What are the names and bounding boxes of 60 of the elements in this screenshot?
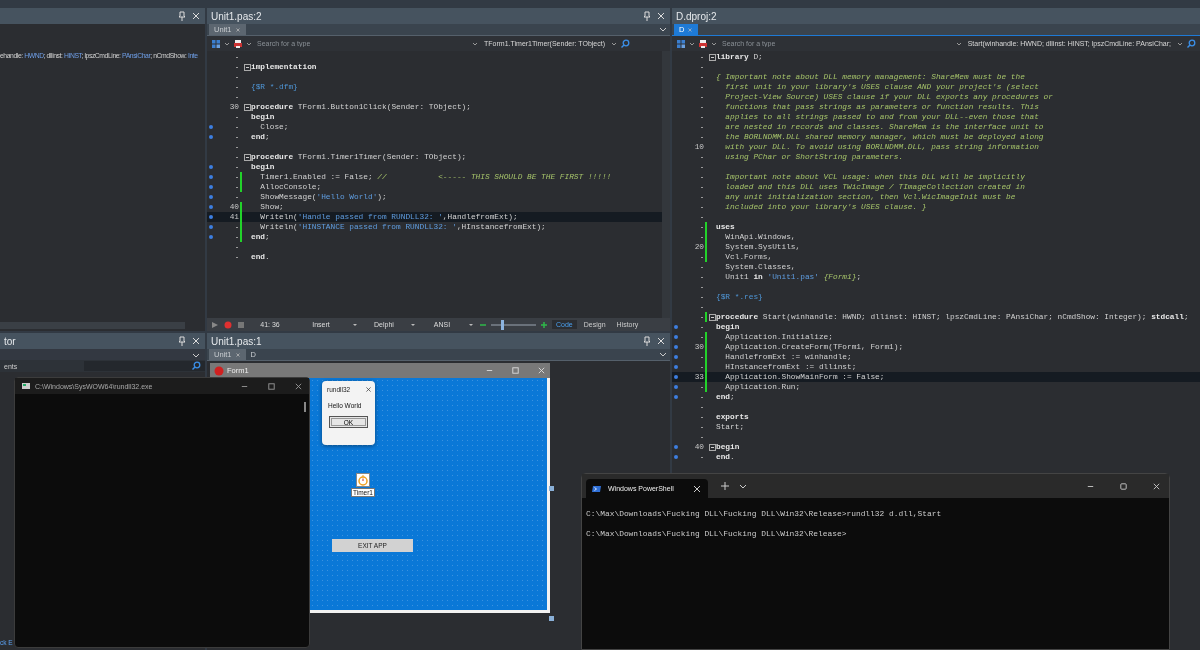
breakpoint-dot[interactable] bbox=[209, 225, 213, 229]
breakpoint-dot[interactable] bbox=[674, 395, 678, 399]
console-icon bbox=[21, 381, 31, 391]
printer-icon[interactable] bbox=[233, 38, 243, 49]
pin-icon[interactable] bbox=[642, 336, 652, 346]
maximize-icon[interactable] bbox=[1119, 481, 1128, 491]
breakpoint-dot[interactable] bbox=[209, 235, 213, 239]
search-icon[interactable] bbox=[620, 38, 630, 49]
breakpoint-dot[interactable] bbox=[674, 375, 678, 379]
fold-icon[interactable] bbox=[708, 443, 716, 451]
breakpoint-dot[interactable] bbox=[674, 385, 678, 389]
breakpoint-dot[interactable] bbox=[209, 215, 213, 219]
breakpoint-dot[interactable] bbox=[674, 335, 678, 339]
play-icon[interactable] bbox=[210, 319, 220, 330]
breakpoint-dot[interactable] bbox=[209, 195, 213, 199]
plus-icon[interactable] bbox=[720, 481, 730, 491]
resize-handle[interactable] bbox=[549, 486, 554, 491]
slider-thumb[interactable] bbox=[501, 319, 505, 330]
close-icon[interactable] bbox=[294, 381, 303, 391]
pin-icon[interactable] bbox=[177, 11, 187, 21]
resize-handle[interactable] bbox=[549, 616, 554, 621]
breakpoint-dot[interactable] bbox=[209, 205, 213, 209]
pin-icon[interactable] bbox=[177, 336, 187, 346]
breakpoint-dot[interactable] bbox=[674, 345, 678, 349]
fold-icon[interactable] bbox=[243, 63, 251, 71]
fold-icon[interactable] bbox=[243, 103, 251, 111]
breakpoint-dot[interactable] bbox=[674, 365, 678, 369]
scrollbar[interactable] bbox=[304, 402, 306, 412]
zoom-in-icon[interactable] bbox=[539, 319, 549, 330]
stopwatch-icon[interactable] bbox=[356, 473, 370, 487]
breakpoint-dot[interactable] bbox=[674, 455, 678, 459]
fold-icon[interactable] bbox=[708, 53, 716, 61]
breakpoint-dot[interactable] bbox=[674, 445, 678, 449]
breakpoint-dot[interactable] bbox=[209, 165, 213, 169]
panel-title: Unit1.pas:1 bbox=[211, 335, 262, 347]
grid-icon[interactable] bbox=[211, 38, 221, 49]
panel-title: Unit1.pas:2 bbox=[211, 10, 262, 22]
scrollbar[interactable] bbox=[662, 51, 670, 318]
breakpoint-dot[interactable] bbox=[674, 355, 678, 359]
app-icon bbox=[214, 365, 224, 376]
panel-title: D.dproj:2 bbox=[676, 10, 717, 22]
fold-icon[interactable] bbox=[243, 153, 251, 161]
printer-icon[interactable] bbox=[698, 38, 708, 49]
breakpoint-dot[interactable] bbox=[209, 125, 213, 129]
panel-title: tor bbox=[4, 335, 16, 347]
record-icon[interactable] bbox=[223, 319, 233, 330]
grid-icon[interactable] bbox=[676, 38, 686, 49]
breakpoint-dot[interactable] bbox=[209, 135, 213, 139]
search-icon[interactable] bbox=[191, 361, 201, 371]
terminal-icon bbox=[592, 483, 602, 494]
stop-icon[interactable] bbox=[236, 319, 246, 330]
pin-icon[interactable] bbox=[642, 11, 652, 21]
search-field[interactable] bbox=[84, 361, 205, 371]
close-icon[interactable] bbox=[692, 483, 702, 494]
breakpoint-dot[interactable] bbox=[209, 175, 213, 179]
search-icon[interactable] bbox=[1186, 38, 1196, 49]
maximize-icon[interactable] bbox=[267, 381, 276, 391]
breakpoint-dot[interactable] bbox=[674, 325, 678, 329]
breakpoint-dot[interactable] bbox=[209, 185, 213, 189]
fold-icon[interactable] bbox=[708, 313, 716, 321]
